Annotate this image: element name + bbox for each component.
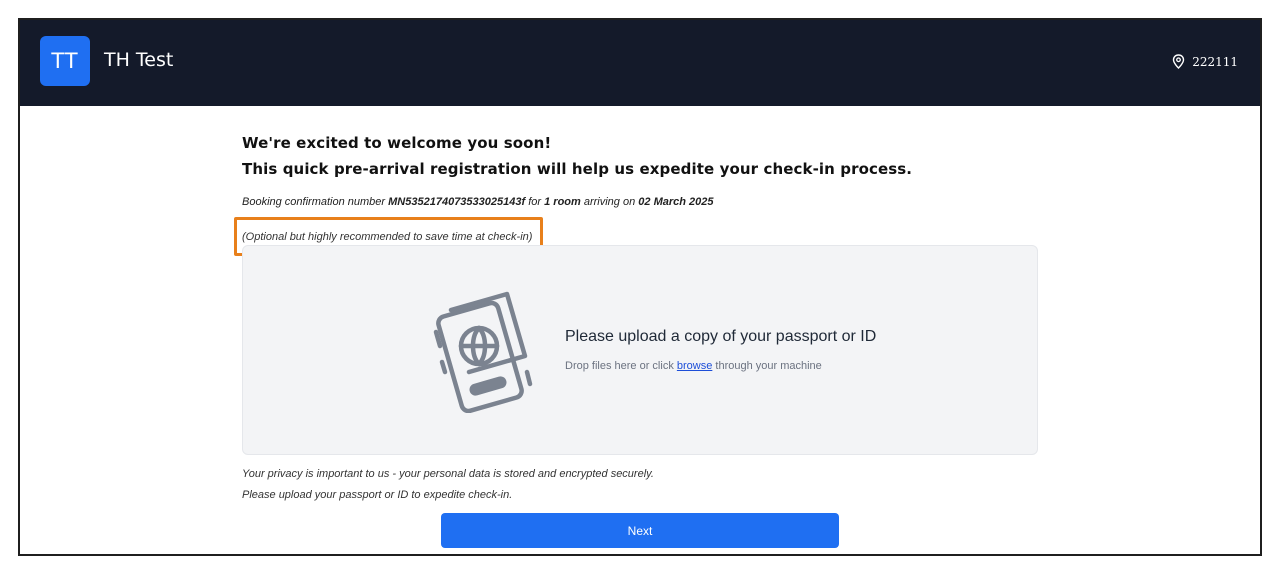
location-indicator: 222111: [1172, 54, 1238, 69]
top-header: TT TH Test 222111: [20, 20, 1260, 106]
booking-date: 02 March 2025: [638, 196, 714, 208]
optional-note: (Optional but highly recommended to save…: [242, 231, 533, 243]
booking-arriving: arriving on: [580, 196, 639, 208]
booking-number: MN5352174073533025143f: [388, 196, 526, 208]
booking-prefix: Booking confirmation number: [242, 196, 389, 208]
upload-hint: Drop files here or click browse through …: [565, 360, 822, 372]
registration-subheading: This quick pre-arrival registration will…: [242, 160, 913, 178]
booking-for: for: [525, 196, 545, 208]
upload-hint-suffix: through your machine: [712, 360, 822, 372]
upload-reminder: Please upload your passport or ID to exp…: [242, 489, 513, 501]
brand-logo: TT: [40, 36, 90, 86]
map-pin-icon: [1172, 54, 1185, 69]
file-dropzone[interactable]: Please upload a copy of your passport or…: [242, 245, 1038, 455]
app-frame: TT TH Test 222111 We're excited to welco…: [18, 18, 1262, 556]
privacy-notice: Your privacy is important to us - your p…: [242, 464, 654, 506]
booking-rooms: 1 room: [544, 196, 581, 208]
registration-intro: We're excited to welcome you soon! This …: [242, 130, 1042, 208]
location-code: 222111: [1192, 54, 1238, 69]
brand-name: TH Test: [104, 49, 174, 71]
passport-icon: [433, 291, 533, 413]
welcome-heading: We're excited to welcome you soon!: [242, 134, 552, 152]
browse-link[interactable]: browse: [677, 360, 712, 372]
privacy-line: Your privacy is important to us - your p…: [242, 468, 654, 480]
upload-title: Please upload a copy of your passport or…: [565, 328, 877, 345]
upload-hint-prefix: Drop files here or click: [565, 360, 677, 372]
next-button[interactable]: Next: [441, 513, 839, 548]
booking-summary: Booking confirmation number MN5352174073…: [242, 196, 1042, 208]
